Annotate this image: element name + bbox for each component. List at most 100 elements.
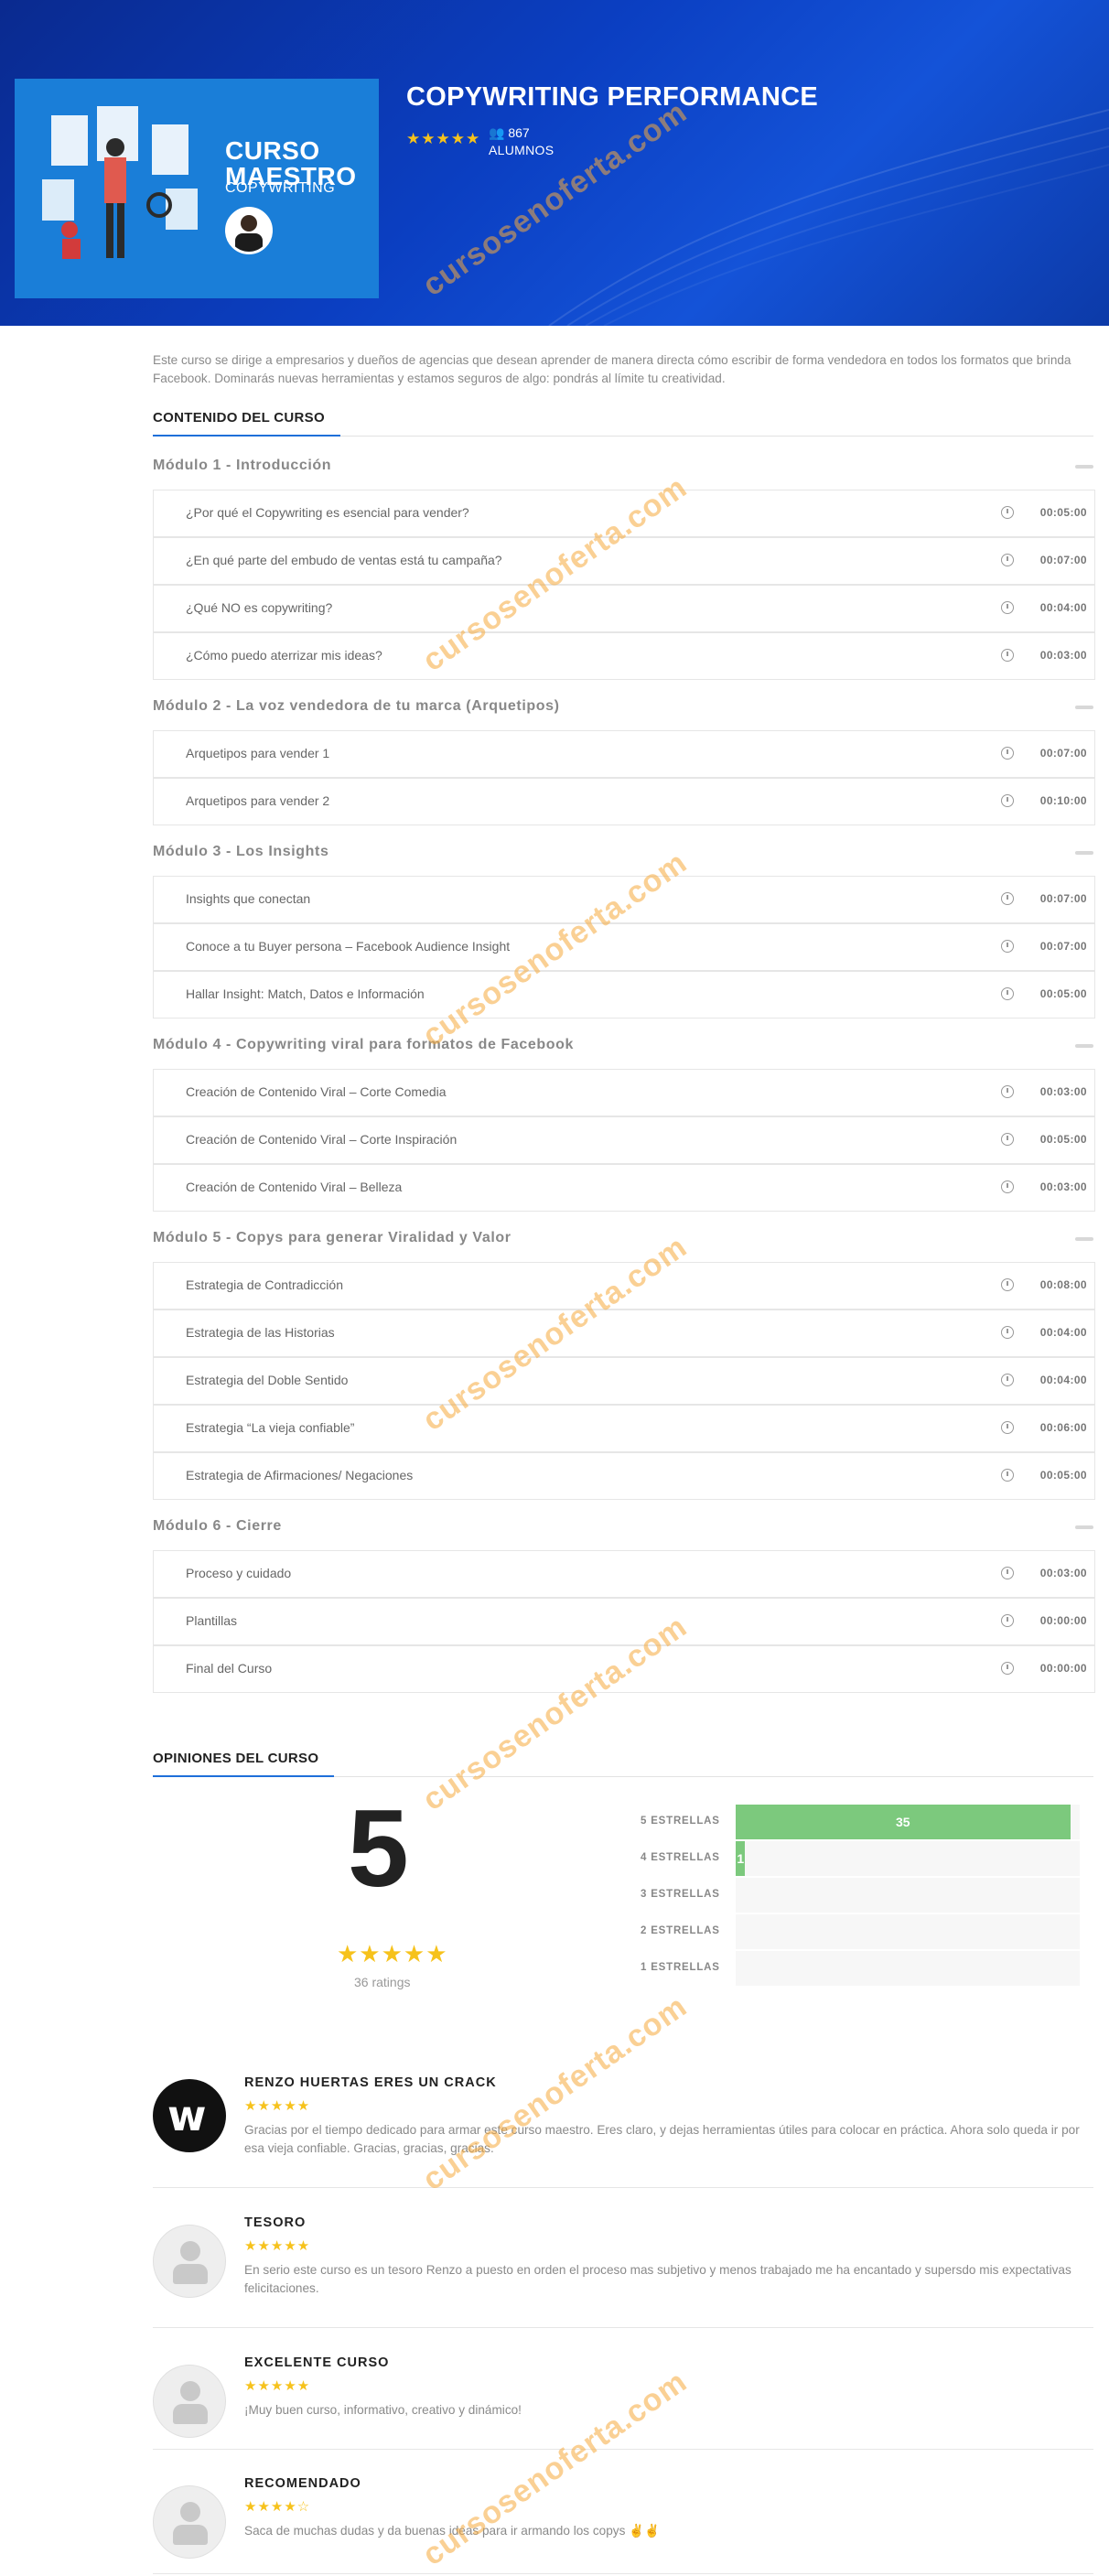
lesson-duration: 00:05:00 <box>1039 987 1087 1000</box>
clock-icon <box>1001 1374 1014 1386</box>
module-title[interactable]: Módulo 5 - Copys para generar Viralidad … <box>153 1230 1093 1248</box>
module-title[interactable]: Módulo 1 - Introducción <box>153 458 1093 476</box>
lesson-row[interactable]: Conoce a tu Buyer persona – Facebook Aud… <box>153 923 1095 971</box>
lesson-name: Estrategia de Contradicción <box>186 1277 343 1292</box>
course-hero-banner: CURSO MAESTRO COPYWRITING COPYWRITING PER… <box>0 0 1109 326</box>
clock-icon <box>1001 554 1014 566</box>
module-title[interactable]: Módulo 2 - La voz vendedora de tu marca … <box>153 698 1093 717</box>
review-stars: ★★★★☆ <box>244 2499 311 2515</box>
lesson-row[interactable]: Creación de Contenido Viral – Corte Come… <box>153 1069 1095 1116</box>
lesson-row[interactable]: Arquetipos para vender 2 00:10:00 <box>153 778 1095 825</box>
lesson-duration: 00:03:00 <box>1039 649 1087 662</box>
review-text: En serio este curso es un tesoro Renzo a… <box>244 2263 1071 2295</box>
lesson-duration: 00:03:00 <box>1039 1567 1087 1579</box>
students-label: ALUMNOS <box>489 143 554 157</box>
lesson-duration: 00:06:00 <box>1039 1421 1087 1434</box>
lesson-name: Estrategia “La vieja confiable” <box>186 1420 355 1435</box>
rating-bar-track: 1 <box>736 1841 1080 1876</box>
average-rating-stars: ★★★★★ <box>337 1940 448 1967</box>
module-title-text: Módulo 3 - Los Insights <box>153 844 329 859</box>
review-text: ¡Muy buen curso, informativo, creativo y… <box>244 2403 522 2417</box>
rating-bar-label: 1 ESTRELLAS <box>641 1962 720 1973</box>
default-user-avatar <box>153 2485 226 2559</box>
lesson-name: Arquetipos para vender 2 <box>186 793 330 808</box>
module-title[interactable]: Módulo 6 - Cierre <box>153 1518 1093 1536</box>
lesson-row[interactable]: Plantillas 00:00:00 <box>153 1598 1095 1645</box>
lesson-name: ¿Por qué el Copywriting es esencial para… <box>186 505 469 520</box>
lesson-row[interactable]: Insights que conectan 00:07:00 <box>153 876 1095 923</box>
review-item: TESORO ★★★★★ En serio este curso es un tes… <box>153 2210 1093 2328</box>
lesson-row[interactable]: Final del Curso 00:00:00 <box>153 1645 1095 1693</box>
review-title: RENZO HUERTAS ERES UN CRACK <box>244 2075 497 2090</box>
clock-icon <box>1001 1614 1014 1627</box>
clock-icon <box>1001 940 1014 953</box>
lesson-name: Conoce a tu Buyer persona – Facebook Aud… <box>186 939 511 954</box>
collapse-icon[interactable] <box>1075 1044 1093 1048</box>
lesson-duration: 00:07:00 <box>1039 747 1087 760</box>
lesson-row[interactable]: Estrategia de las Historias 00:04:00 <box>153 1310 1095 1357</box>
lesson-row[interactable]: Estrategia del Doble Sentido 00:04:00 <box>153 1357 1095 1405</box>
clock-icon <box>1001 1133 1014 1146</box>
collapse-icon[interactable] <box>1075 851 1093 855</box>
reviews-section-heading: OPINIONES DEL CURSO <box>153 1749 1093 1777</box>
collapse-icon[interactable] <box>1075 706 1093 709</box>
lesson-row[interactable]: ¿En qué parte del embudo de ventas está … <box>153 537 1095 585</box>
clock-icon <box>1001 987 1014 1000</box>
rating-bar-label: 2 ESTRELLAS <box>641 1925 720 1936</box>
collapse-icon[interactable] <box>1075 1525 1093 1529</box>
lesson-name: Plantillas <box>186 1613 238 1628</box>
clock-icon <box>1001 794 1014 807</box>
clock-icon <box>1001 1326 1014 1339</box>
students-count: 👥 867 ALUMNOS <box>489 125 554 157</box>
lesson-row[interactable]: Estrategia “La vieja confiable” 00:06:00 <box>153 1405 1095 1452</box>
clock-icon <box>1001 1469 1014 1482</box>
module-title-text: Módulo 5 - Copys para generar Viralidad … <box>153 1230 511 1245</box>
clock-icon <box>1001 1662 1014 1675</box>
lesson-duration: 00:05:00 <box>1039 1469 1087 1482</box>
lesson-row[interactable]: Creación de Contenido Viral – Corte Insp… <box>153 1116 1095 1164</box>
lesson-row[interactable]: Estrategia de Afirmaciones/ Negaciones 00… <box>153 1452 1095 1500</box>
clock-icon <box>1001 1421 1014 1434</box>
clock-icon <box>1001 649 1014 662</box>
collapse-icon[interactable] <box>1075 1237 1093 1241</box>
module-title-text: Módulo 2 - La voz vendedora de tu marca … <box>153 698 560 714</box>
lesson-name: ¿Cómo puedo aterrizar mis ideas? <box>186 648 382 663</box>
rating-bar-track <box>736 1914 1080 1949</box>
clock-icon <box>1001 747 1014 760</box>
rating-bar-fill: 35 <box>736 1805 1071 1839</box>
module-title[interactable]: Módulo 3 - Los Insights <box>153 844 1093 862</box>
lesson-name: Insights que conectan <box>186 891 311 906</box>
lesson-name: ¿En qué parte del embudo de ventas está … <box>186 553 502 567</box>
rating-bar-track <box>736 1878 1080 1913</box>
clock-icon <box>1001 601 1014 614</box>
lesson-name: Estrategia de las Historias <box>186 1325 335 1340</box>
review-title: EXCELENTE CURSO <box>244 2355 390 2370</box>
lesson-row[interactable]: Creación de Contenido Viral – Belleza 00:… <box>153 1164 1095 1212</box>
lesson-duration: 00:07:00 <box>1039 892 1087 905</box>
lesson-duration: 00:05:00 <box>1039 506 1087 519</box>
thumbnail-subtitle: COPYWRITING <box>225 180 336 196</box>
module-title-text: Módulo 6 - Cierre <box>153 1518 282 1534</box>
module-title[interactable]: Módulo 4 - Copywriting viral para format… <box>153 1037 1093 1055</box>
lesson-row[interactable]: ¿Cómo puedo aterrizar mis ideas? 00:03:00 <box>153 632 1095 680</box>
lesson-row[interactable]: Estrategia de Contradicción 00:08:00 <box>153 1262 1095 1310</box>
lesson-name: ¿Qué NO es copywriting? <box>186 600 333 615</box>
ratings-count: 36 ratings <box>354 1975 411 1989</box>
review-text: Gracias por el tiempo dedicado para arma… <box>244 2123 1080 2155</box>
lesson-row[interactable]: ¿Por qué el Copywriting es esencial para… <box>153 490 1095 537</box>
module-title-text: Módulo 1 - Introducción <box>153 458 332 473</box>
review-stars: ★★★★★ <box>244 2238 311 2254</box>
hero-rating-stars: ★★★★★ <box>406 130 481 147</box>
lesson-name: Creación de Contenido Viral – Corte Come… <box>186 1084 447 1099</box>
rating-bar-track <box>736 1951 1080 1986</box>
lesson-row[interactable]: Proceso y cuidado 00:03:00 <box>153 1550 1095 1598</box>
course-thumbnail[interactable]: CURSO MAESTRO COPYWRITING <box>15 79 379 298</box>
collapse-icon[interactable] <box>1075 465 1093 469</box>
rating-bar-label: 3 ESTRELLAS <box>641 1889 720 1900</box>
course-illustration <box>42 106 198 259</box>
lesson-row[interactable]: Hallar Insight: Match, Datos e Informaci… <box>153 971 1095 1019</box>
review-item: RECOMENDADO ★★★★☆ Saca de muchas dudas y d… <box>153 2471 1093 2574</box>
lesson-row[interactable]: ¿Qué NO es copywriting? 00:04:00 <box>153 585 1095 632</box>
review-stars: ★★★★★ <box>244 2378 311 2394</box>
lesson-row[interactable]: Arquetipos para vender 1 00:07:00 <box>153 730 1095 778</box>
